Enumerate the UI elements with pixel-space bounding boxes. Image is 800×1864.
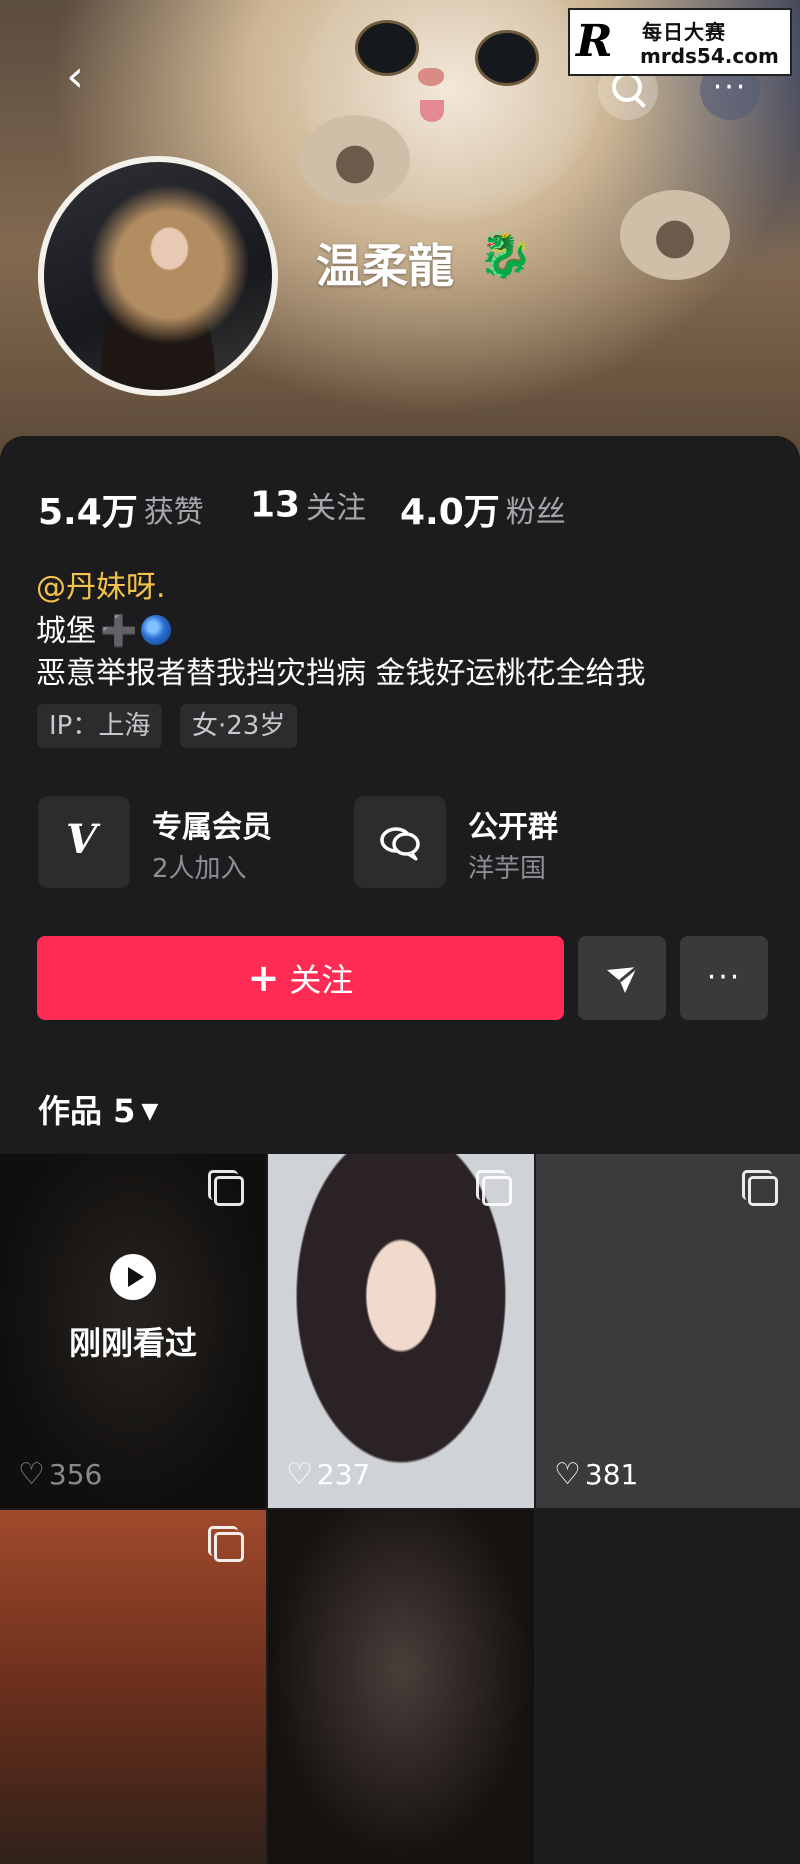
chevron-left-icon: ‹ (66, 51, 84, 102)
stat-followers[interactable]: 4.0万 粉丝 (400, 483, 566, 535)
dragon-emoji-icon: 🐉 (478, 230, 533, 281)
stat-following[interactable]: 13 关注 (250, 483, 366, 527)
bio-line-1: 城堡 ➕ (36, 606, 172, 650)
banner-cat-nose (418, 68, 444, 86)
video-thumbnail[interactable]: 刚刚看过 ♡ 356 (0, 1154, 266, 1508)
back-button[interactable]: ‹ (50, 52, 100, 102)
multi-image-icon (742, 1170, 778, 1206)
heart-icon: ♡ (18, 1457, 45, 1492)
video-thumbnail[interactable] (0, 1510, 266, 1864)
bio-mention-link[interactable]: @丹妹呀. (36, 562, 166, 606)
recently-viewed-overlay: 刚刚看过 (0, 1254, 266, 1364)
heart-icon: ♡ (554, 1457, 581, 1492)
group-chat-icon (380, 827, 420, 861)
video-thumbnail[interactable]: ♡ 381 (536, 1154, 800, 1508)
multi-image-icon (208, 1170, 244, 1206)
v-logo-icon: V (66, 816, 98, 863)
banner-cat-paw (620, 190, 730, 280)
banner-cat-eye (355, 20, 419, 76)
heart-icon: ♡ (286, 1457, 313, 1492)
caret-down-icon: ▼ (141, 1099, 159, 1124)
plus-emoji-icon: ➕ (100, 614, 138, 649)
tab-works[interactable]: 作品 5 ▼ (38, 1086, 158, 1132)
banner-cat-eye (475, 30, 539, 86)
profile-nickname: 温柔龍 (316, 239, 454, 293)
multi-image-icon (476, 1170, 512, 1206)
gender-age-tag: 女·23岁 (180, 704, 298, 748)
multi-image-icon (208, 1526, 244, 1562)
send-icon (607, 965, 638, 993)
play-icon (110, 1254, 156, 1300)
like-count: ♡ 356 (18, 1457, 103, 1492)
plus-icon: + (247, 956, 280, 1000)
message-button[interactable] (578, 936, 666, 1020)
like-count: ♡ 237 (286, 1457, 371, 1492)
avatar[interactable] (38, 156, 278, 396)
video-thumbnail[interactable] (268, 1510, 534, 1864)
more-actions-button[interactable]: ··· (680, 936, 768, 1020)
site-watermark: R 每日大赛 mrds54.com (568, 8, 792, 76)
banner-cat-tongue (420, 100, 444, 122)
watermark-logo: R (576, 16, 613, 67)
ip-location-tag: IP：上海 (37, 704, 163, 748)
bio-line-2: 恶意举报者替我挡灾挡病 金钱好运桃花全给我 (36, 656, 646, 691)
video-thumbnail[interactable]: ♡ 237 (268, 1154, 534, 1508)
stat-likes[interactable]: 5.4万 获赞 (38, 483, 204, 535)
globe-emoji-icon (141, 615, 172, 645)
follow-button[interactable]: + 关注 (37, 936, 564, 1020)
watermark-title: 每日大赛 (642, 20, 726, 44)
like-count: ♡ 381 (554, 1457, 639, 1492)
banner-cat-paw (300, 115, 410, 205)
watermark-url: mrds54.com (640, 44, 779, 68)
